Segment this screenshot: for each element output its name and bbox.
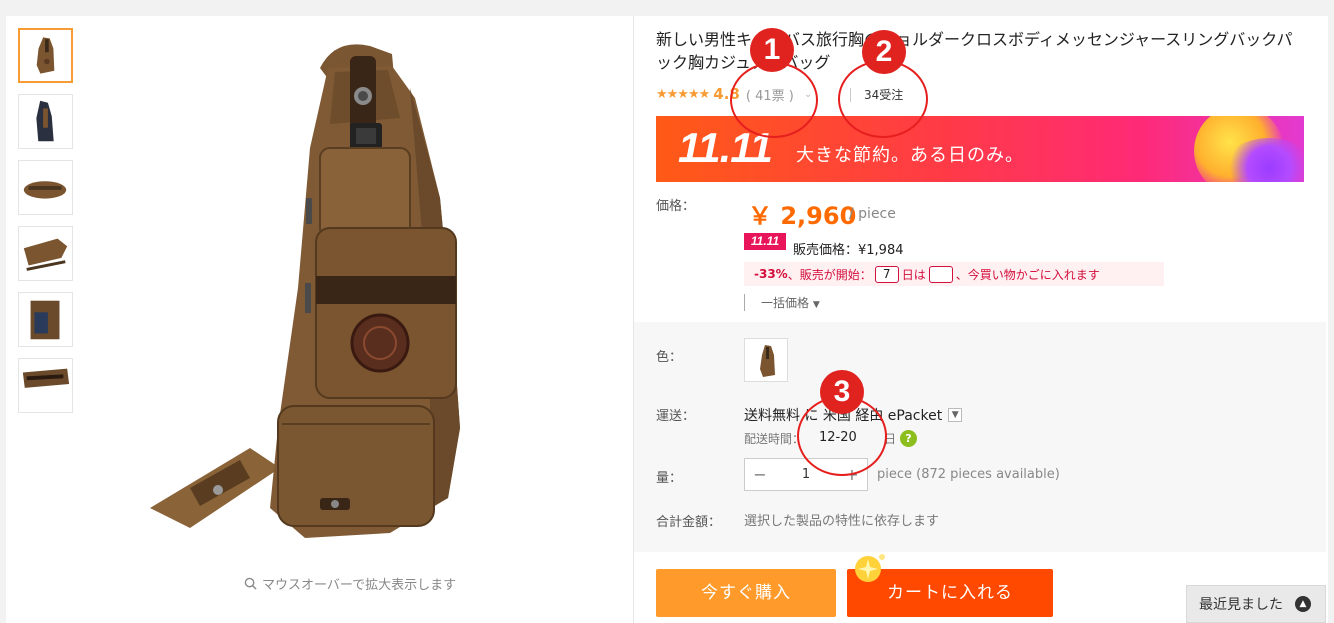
total-note: 選択した製品の特性に依存します xyxy=(744,514,940,529)
promo-text: 、販売が開始： xyxy=(787,267,872,282)
promo-end-text: 、今買い物かごに入れます xyxy=(955,267,1100,282)
shipping-label: 運送： xyxy=(656,409,696,424)
price-label: 価格： xyxy=(656,199,696,214)
star-rating-icons: ★★★★★ xyxy=(656,86,710,102)
promo-percent: -33% xyxy=(754,267,788,281)
promo-days-unit: 日は xyxy=(901,267,926,282)
annotation-badge-1: 1 xyxy=(750,28,794,72)
thumbnail-4[interactable] xyxy=(18,226,73,281)
buy-now-button[interactable]: 今すぐ購入 xyxy=(656,569,836,617)
color-label: 色： xyxy=(656,350,683,365)
price-unit: / piece xyxy=(849,206,896,222)
color-option-brown[interactable] xyxy=(744,338,788,382)
total-label: 合計金額： xyxy=(656,515,722,530)
options-panel xyxy=(634,322,1326,552)
thumbnail-6[interactable] xyxy=(18,358,73,413)
delivery-label: 配送時間： xyxy=(744,432,805,446)
thumbnail-5[interactable] xyxy=(18,292,73,347)
magnifier-icon xyxy=(244,577,257,590)
annotation-circle-1 xyxy=(730,62,818,138)
annotation-badge-2: 2 xyxy=(862,30,906,74)
promo-empty-box xyxy=(928,265,953,283)
thumbnail-3[interactable] xyxy=(18,160,73,215)
quantity-label: 量： xyxy=(656,471,683,486)
recently-viewed-button[interactable]: 最近見ました ▲ xyxy=(1186,585,1326,623)
zoom-hint: マウスオーバーで拡大表示します xyxy=(244,574,456,593)
main-product-image[interactable] xyxy=(130,28,550,563)
promo-notice: -33% 、販売が開始： 7 日は 、今買い物かごに入れます xyxy=(744,262,1164,286)
promo-days: 7 xyxy=(874,265,899,283)
zoom-hint-text: マウスオーバーで拡大表示します xyxy=(262,578,457,593)
product-page: マウスオーバーで拡大表示します 新しい男性キャンバス旅行胸のショルダークロスボデ… xyxy=(0,0,1334,623)
quantity-available: piece (872 pieces available) xyxy=(877,467,1060,482)
sale-price: 販売価格：¥1,984 xyxy=(793,243,904,258)
annotation-badge-3: 3 xyxy=(820,370,864,414)
sparkle-icon xyxy=(855,554,885,582)
current-price: ￥ 2,960 xyxy=(748,202,857,230)
recently-viewed-label: 最近見ました xyxy=(1199,597,1283,613)
thumbnail-1[interactable] xyxy=(18,28,73,83)
banner-tagline: 大きな節約。ある日のみ。 xyxy=(796,145,1024,166)
chevron-down-icon[interactable]: ▼ xyxy=(948,408,963,422)
bulk-price-toggle[interactable]: 一括価格 ▼ xyxy=(744,294,820,311)
help-icon[interactable]: ? xyxy=(900,430,917,447)
sale-badge: 11.11 xyxy=(744,233,786,250)
bulk-price-label: 一括価格 xyxy=(761,296,810,310)
quantity-decrease-button[interactable]: − xyxy=(745,465,775,484)
chevron-up-icon: ▲ xyxy=(1295,596,1311,612)
thumbnail-2[interactable] xyxy=(18,94,73,149)
caret-down-icon: ▼ xyxy=(812,300,820,310)
